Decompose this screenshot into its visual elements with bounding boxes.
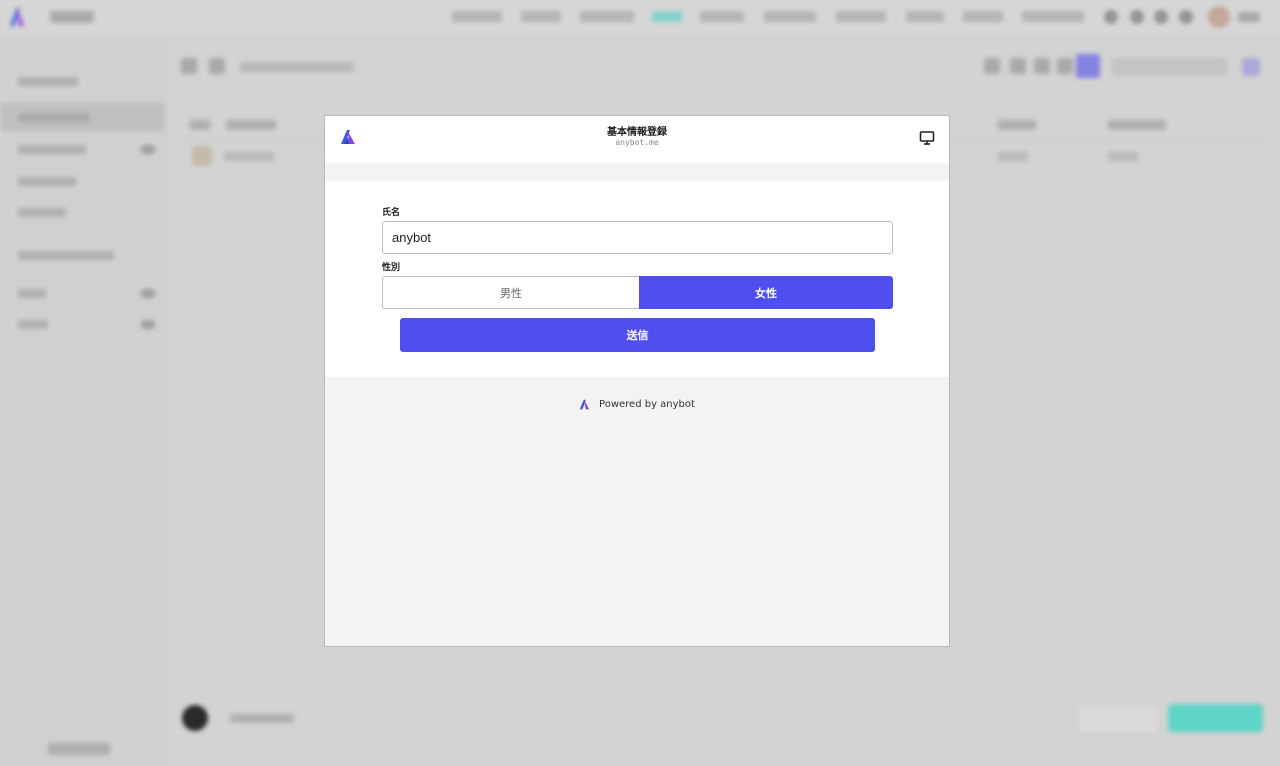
toolbar-icon[interactable] xyxy=(181,58,197,74)
modal-subtitle: anybot.me xyxy=(615,138,659,147)
table-header xyxy=(1108,120,1166,130)
bottom-primary-button[interactable] xyxy=(1168,704,1263,732)
nav-item[interactable] xyxy=(836,11,886,22)
nav-item[interactable] xyxy=(1022,11,1084,22)
sidebar-item[interactable] xyxy=(18,289,46,298)
table-header xyxy=(226,120,276,130)
gender-label: 性別 xyxy=(382,263,401,273)
table-cell xyxy=(1108,152,1138,161)
app-logo-icon xyxy=(10,8,24,26)
toolbar-icon[interactable] xyxy=(1034,58,1050,74)
nav-item[interactable] xyxy=(580,11,634,22)
user-name[interactable] xyxy=(1238,12,1260,22)
powered-by-text[interactable]: Powered by anybot xyxy=(599,399,695,410)
form-card: 氏名 性別 男性 女性 送信 xyxy=(325,181,949,377)
nav-item[interactable] xyxy=(521,11,561,22)
table-row-avatar xyxy=(192,146,212,166)
sidebar xyxy=(0,37,166,766)
table-header xyxy=(190,120,210,130)
monitor-icon[interactable] xyxy=(919,130,935,146)
nav-item[interactable] xyxy=(452,11,502,22)
submit-button[interactable]: 送信 xyxy=(400,318,875,352)
sidebar-item[interactable] xyxy=(18,320,48,329)
table-cell xyxy=(224,152,274,161)
bottom-secondary-button[interactable] xyxy=(1076,704,1160,734)
sidebar-badge xyxy=(141,145,155,154)
user-avatar[interactable] xyxy=(1208,6,1230,28)
modal-header: 基本情報登録 anybot.me xyxy=(325,116,949,163)
modal-title: 基本情報登録 xyxy=(607,127,667,138)
app-top-bar xyxy=(0,0,1280,37)
toolbar-icon[interactable] xyxy=(209,58,225,74)
help-icon[interactable] xyxy=(1130,10,1144,24)
search-icon[interactable] xyxy=(1179,10,1193,24)
toolbar-icon-active[interactable] xyxy=(1076,54,1100,78)
sidebar-item[interactable] xyxy=(18,145,86,154)
app-name xyxy=(50,11,94,23)
toolbar-breadcrumb xyxy=(240,62,354,72)
sidebar-item[interactable] xyxy=(18,208,66,217)
nav-item[interactable] xyxy=(963,11,1003,22)
sidebar-footer-link[interactable] xyxy=(48,743,110,755)
settings-icon[interactable] xyxy=(1154,10,1168,24)
powered-by-footer: Powered by anybot xyxy=(325,399,949,413)
toolbar-icon[interactable] xyxy=(1242,58,1260,76)
gender-option-female[interactable]: 女性 xyxy=(639,276,893,309)
table-header xyxy=(998,120,1036,130)
form-preview-modal: 基本情報登録 anybot.me 氏名 性別 男性 女性 送信 Powered … xyxy=(324,115,950,647)
toolbar-icon[interactable] xyxy=(1010,58,1026,74)
name-label: 氏名 xyxy=(382,208,401,218)
sidebar-heading xyxy=(18,251,114,260)
toolbar-icon[interactable] xyxy=(984,58,1000,74)
sidebar-badge xyxy=(141,320,155,329)
toolbar-select[interactable] xyxy=(1112,58,1228,76)
toolbar-icon[interactable] xyxy=(1057,58,1073,74)
sidebar-badge xyxy=(141,289,155,298)
name-input[interactable] xyxy=(382,221,893,254)
sidebar-item[interactable] xyxy=(18,177,76,186)
nav-item[interactable] xyxy=(700,11,744,22)
anybot-logo-icon xyxy=(579,399,590,410)
bottom-label xyxy=(230,714,294,723)
bottom-avatar[interactable] xyxy=(182,705,208,731)
sidebar-heading xyxy=(18,77,78,86)
gender-option-male[interactable]: 男性 xyxy=(382,276,639,309)
notification-icon[interactable] xyxy=(1104,10,1118,24)
table-cell xyxy=(998,152,1028,161)
nav-item[interactable] xyxy=(764,11,816,22)
nav-item[interactable] xyxy=(906,11,944,22)
sidebar-item[interactable] xyxy=(18,113,90,122)
nav-item-active[interactable] xyxy=(652,11,682,22)
